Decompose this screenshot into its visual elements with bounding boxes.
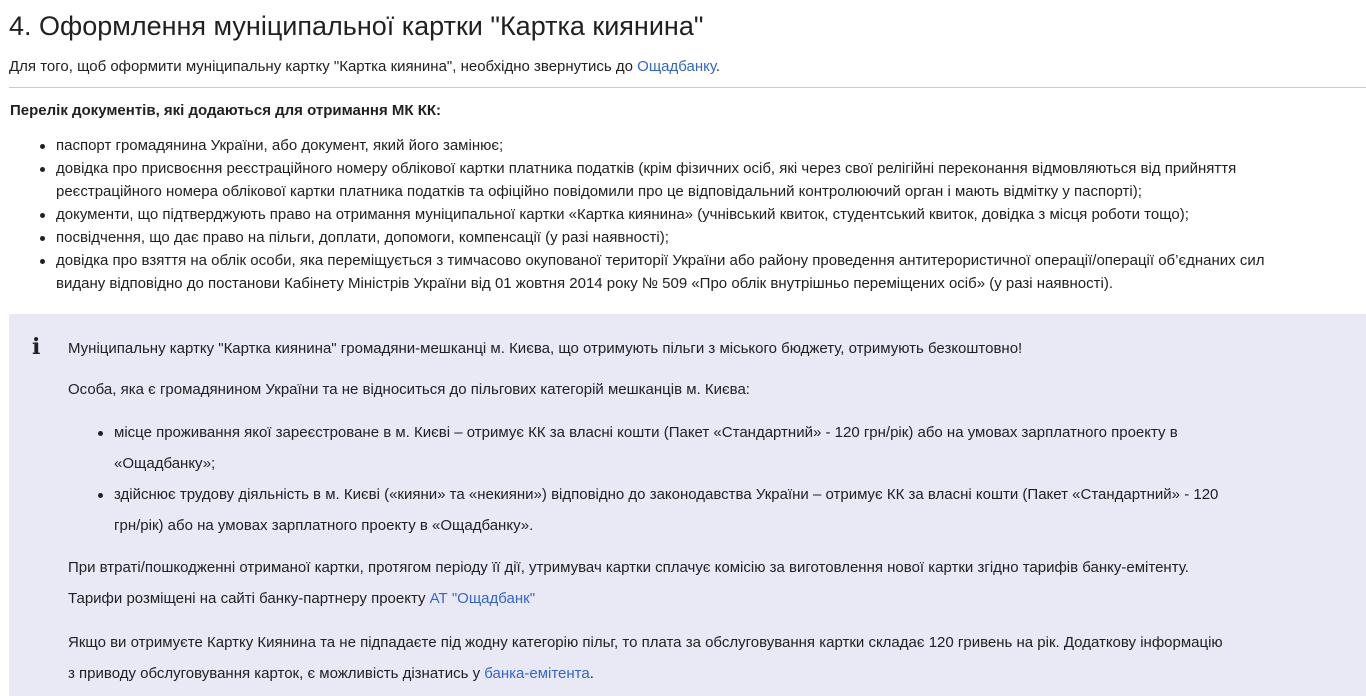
intro-end: . xyxy=(715,58,721,75)
info-paragraph-free-card: Муніципальну картку "Картка киянина" гро… xyxy=(68,340,1023,357)
section-divider xyxy=(9,87,1366,88)
service-info-end: . xyxy=(589,665,594,682)
oschadbank-link[interactable]: Ощадбанку xyxy=(637,58,716,75)
tariffs-text: Тарифи розміщені на сайті банку-партнеру… xyxy=(68,590,430,607)
at-oschadbank-link[interactable]: АТ "Ощадбанк" xyxy=(430,590,535,607)
service-info-text: з приводу обслуговування карток, є можли… xyxy=(68,665,485,682)
lost-card-text: При втраті/пошкодженні отриманої картки,… xyxy=(68,559,1189,576)
intro-text: Для того, щоб оформити муніципальну карт… xyxy=(9,58,638,75)
list-item-text: довідка про взяття на облік особи, яка п… xyxy=(56,252,1265,269)
info-list: місце проживання якої зареєстроване в м.… xyxy=(98,417,1366,541)
list-item-text: здійснює трудову діяльність в м. Києві (… xyxy=(114,486,1219,503)
service-fee-text: Якщо ви отримуєте Картку Киянина та не п… xyxy=(68,634,1223,651)
section-heading: 4. Оформлення муніципальної картки "Карт… xyxy=(9,11,704,41)
info-paragraph-lost-card: При втраті/пошкодженні отриманої картки,… xyxy=(68,552,1189,614)
intro-paragraph: Для того, щоб оформити муніципальну карт… xyxy=(9,57,720,77)
info-paragraph-service-fee: Якщо ви отримуєте Картку Киянина та не п… xyxy=(68,627,1223,689)
list-item: документи, що підтверджують право на отр… xyxy=(40,203,1366,226)
list-item-text: паспорт громадянина України, або докумен… xyxy=(56,137,504,154)
documents-title: Перелік документів, які додаються для от… xyxy=(10,102,442,119)
list-item-text: документи, що підтверджують право на отр… xyxy=(56,206,1189,223)
issuer-bank-link[interactable]: банка-емітента xyxy=(484,665,589,682)
info-icon: i xyxy=(32,334,41,360)
list-item-text-continued: реєстраційного номера облікової картки п… xyxy=(56,183,1142,200)
list-item-text: місце проживання якої зареєстроване в м.… xyxy=(114,424,1178,441)
list-item: здійснює трудову діяльність в м. Києві (… xyxy=(98,479,1366,541)
info-paragraph-non-privileged: Особа, яка є громадянином України та не … xyxy=(68,381,750,398)
list-item: посвідчення, що дає право на пільги, доп… xyxy=(40,226,1366,249)
list-item: довідка про взяття на облік особи, яка п… xyxy=(40,249,1366,295)
list-item-text-continued: грн/рік) або на умовах зарплатного проек… xyxy=(114,517,534,534)
list-item-text-continued: видану відповідно до постанови Кабінету … xyxy=(56,275,1114,292)
list-item: довідка про присвоєння реєстраційного но… xyxy=(40,157,1366,203)
list-item-text-continued: «Ощадбанку»; xyxy=(114,455,216,472)
list-item-text: довідка про присвоєння реєстраційного но… xyxy=(56,160,1237,177)
list-item: паспорт громадянина України, або докумен… xyxy=(40,134,1366,157)
list-item: місце проживання якої зареєстроване в м.… xyxy=(98,417,1366,479)
list-item-text: посвідчення, що дає право на пільги, доп… xyxy=(56,229,669,246)
documents-list: паспорт громадянина України, або докумен… xyxy=(34,134,1366,295)
